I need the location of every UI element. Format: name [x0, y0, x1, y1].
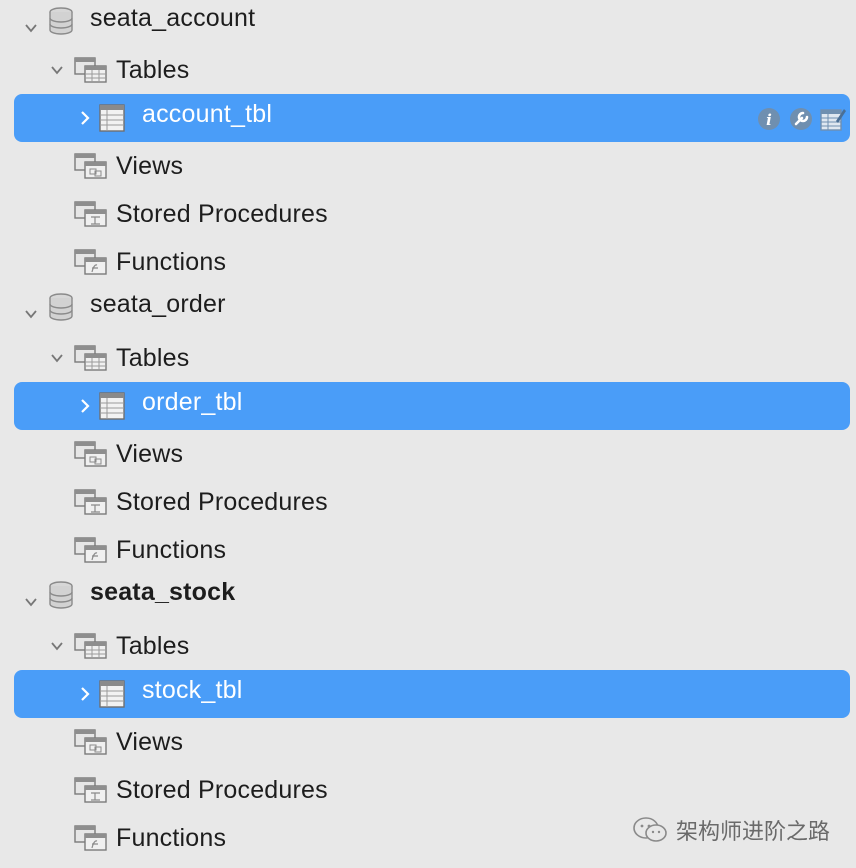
svg-text:i: i: [766, 111, 772, 129]
procedures-folder-icon: [74, 487, 108, 517]
chevron-down-icon[interactable]: [48, 637, 66, 655]
stored-procedures-label: Stored Procedures: [116, 487, 328, 516]
chevron-down-icon[interactable]: [48, 349, 66, 367]
views-label: Views: [116, 151, 184, 180]
tree-item-stored-procedures[interactable]: Stored Procedures: [0, 766, 856, 814]
table-name: order_tbl: [142, 387, 243, 416]
chevron-right-icon[interactable]: [76, 109, 94, 127]
tree-item-views[interactable]: Views: [0, 718, 856, 766]
chevron-down-icon[interactable]: [22, 19, 40, 37]
tree-item-seata-account[interactable]: seata_account: [0, 2, 856, 46]
table-icon: [98, 391, 132, 421]
tables-folder-icon: [74, 343, 108, 373]
functions-folder-icon: [74, 247, 108, 277]
procedures-folder-icon: [74, 199, 108, 229]
tree-item-functions[interactable]: Functions: [0, 238, 856, 286]
tree-item-views[interactable]: Views: [0, 430, 856, 478]
tree-item-stored-procedures[interactable]: Stored Procedures: [0, 190, 856, 238]
procedures-folder-icon: [74, 775, 108, 805]
database-name: seata_account: [90, 3, 256, 32]
tables-label: Tables: [116, 343, 190, 372]
views-folder-icon: [74, 439, 108, 469]
tables-label: Tables: [116, 631, 190, 660]
table-name: stock_tbl: [142, 675, 243, 704]
tree-item-tables[interactable]: Tables: [0, 622, 856, 670]
views-label: Views: [116, 439, 184, 468]
table-row-stock-tbl[interactable]: stock_tbl: [14, 670, 850, 718]
watermark: 架构师进阶之路: [632, 814, 830, 846]
info-icon[interactable]: i: [756, 106, 782, 132]
tree-item-tables[interactable]: Tables: [0, 334, 856, 382]
database-icon: [48, 292, 82, 322]
tree-item-seata-order[interactable]: seata_order: [0, 286, 856, 334]
database-name: seata_stock: [90, 577, 236, 606]
views-folder-icon: [74, 727, 108, 757]
chevron-right-icon[interactable]: [76, 397, 94, 415]
table-row-account-tbl[interactable]: account_tbl i: [14, 94, 850, 142]
tree-item-stored-procedures[interactable]: Stored Procedures: [0, 478, 856, 526]
table-edit-icon[interactable]: [820, 106, 846, 132]
wechat-icon: [632, 816, 668, 844]
tables-folder-icon: [74, 631, 108, 661]
functions-folder-icon: [74, 823, 108, 853]
tables-label: Tables: [116, 55, 190, 84]
stored-procedures-label: Stored Procedures: [116, 775, 328, 804]
tree-item-functions[interactable]: Functions: [0, 526, 856, 574]
row-actions: i: [756, 106, 846, 132]
watermark-text: 架构师进阶之路: [675, 819, 830, 844]
functions-folder-icon: [74, 535, 108, 565]
database-icon: [48, 6, 82, 36]
functions-label: Functions: [116, 535, 227, 564]
tree-item-tables[interactable]: Tables: [0, 46, 856, 94]
functions-label: Functions: [116, 247, 227, 276]
functions-label: Functions: [116, 823, 227, 852]
wrench-icon[interactable]: [788, 106, 814, 132]
tables-folder-icon: [74, 55, 108, 85]
table-row-order-tbl[interactable]: order_tbl: [14, 382, 850, 430]
tree-item-seata-stock[interactable]: seata_stock: [0, 574, 856, 622]
database-name: seata_order: [90, 289, 226, 318]
tree-item-views[interactable]: Views: [0, 142, 856, 190]
chevron-right-icon[interactable]: [76, 685, 94, 703]
chevron-down-icon[interactable]: [22, 305, 40, 323]
schema-tree: seata_account Tables account_tbl i Views…: [0, 0, 856, 862]
chevron-down-icon[interactable]: [22, 593, 40, 611]
stored-procedures-label: Stored Procedures: [116, 199, 328, 228]
database-icon: [48, 580, 82, 610]
table-icon: [98, 679, 132, 709]
chevron-down-icon[interactable]: [48, 61, 66, 79]
views-label: Views: [116, 727, 184, 756]
views-folder-icon: [74, 151, 108, 181]
table-icon: [98, 103, 132, 133]
table-name: account_tbl: [142, 99, 273, 128]
